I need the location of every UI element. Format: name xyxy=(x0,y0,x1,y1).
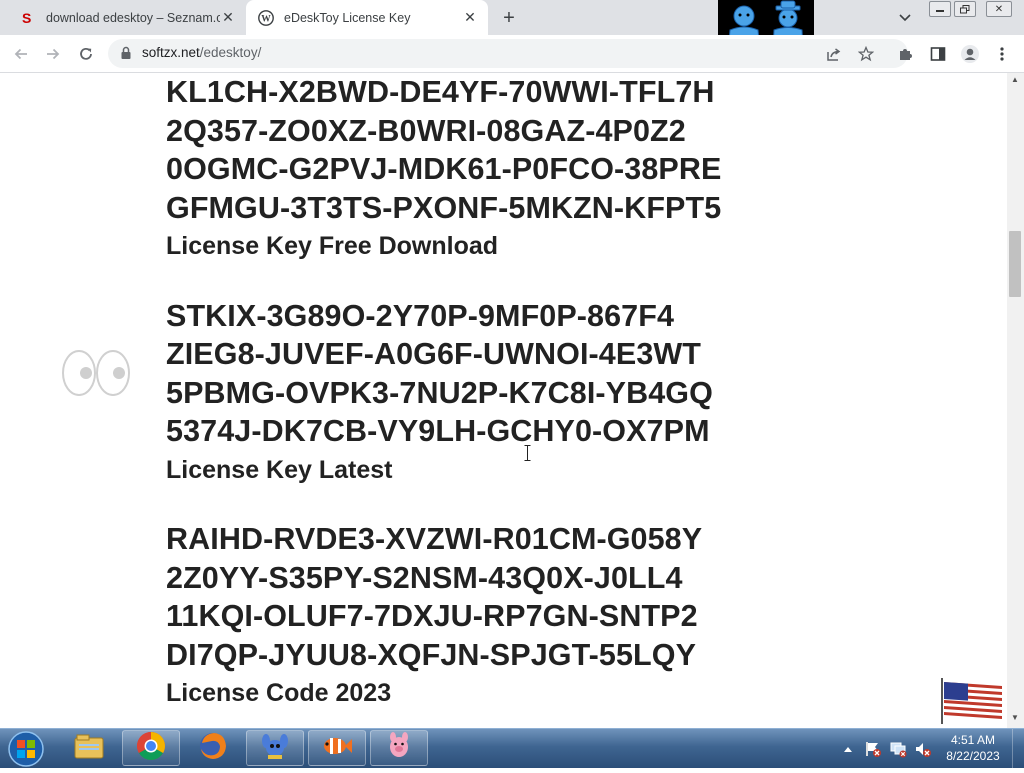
license-key: 0OGMC-G2PVJ-MDK61-P0FCO-38PRE xyxy=(166,152,722,186)
text-cursor-icon xyxy=(524,445,531,466)
forward-button[interactable] xyxy=(40,41,66,67)
taskbar-chrome[interactable] xyxy=(122,730,180,766)
taskbar-app-nemo[interactable] xyxy=(308,730,366,766)
license-key: RAIHD-RVDE3-XVZWI-R01CM-G058Y xyxy=(166,522,703,556)
license-key: 2Q357-ZO0XZ-B0WRI-08GAZ-4P0Z2 xyxy=(166,113,686,148)
key-section: RAIHD-RVDE3-XVZWI-R01CM-G058Y 2Z0YY-S35P… xyxy=(166,520,966,713)
key-section: STKIX-3G89O-2Y70P-9MF0P-867F4 ZIEG8-JUVE… xyxy=(166,297,966,490)
share-icon[interactable] xyxy=(822,42,846,66)
license-key: KL1CH-X2BWD-DE4YF-70WWI-TFL7H xyxy=(166,75,715,109)
license-key: 2Z0YY-S35PY-S2NSM-43Q0X-J0LL4 xyxy=(166,560,683,595)
system-clock[interactable]: 4:51 AM 8/22/2023 xyxy=(940,732,1006,764)
menu-kebab-icon[interactable] xyxy=(990,42,1014,66)
side-panel-icon[interactable] xyxy=(926,42,950,66)
taskbar-explorer[interactable] xyxy=(60,730,118,766)
chrome-icon xyxy=(136,731,166,766)
close-tab-icon[interactable]: ✕ xyxy=(220,9,236,26)
start-button[interactable] xyxy=(4,730,48,768)
windows-taskbar: 4:51 AM 8/22/2023 xyxy=(0,728,1024,769)
license-key: DI7QP-JYUU8-XQFJN-SPJGT-55LQY xyxy=(166,637,697,672)
extensions-puzzle-icon[interactable] xyxy=(894,42,918,66)
url-text: softzx.net/edesktoy/ xyxy=(142,45,261,60)
scroll-down-arrow-icon[interactable]: ▼ xyxy=(1011,713,1019,722)
license-key: 5374J-DK7CB-VY9LH-GCHY0-OX7PM xyxy=(166,414,710,448)
taskbar-app-stitch[interactable] xyxy=(246,730,304,766)
taskbar-app-piglet[interactable] xyxy=(370,730,428,766)
stitch-app-icon xyxy=(260,731,290,766)
tab-title: download edesktoy – Seznam.cz xyxy=(46,10,220,25)
close-tab-icon[interactable]: ✕ xyxy=(462,9,478,26)
taskbar-firefox[interactable] xyxy=(184,730,242,766)
scrollbar-thumb[interactable] xyxy=(1009,231,1021,297)
windows-explorer-icon xyxy=(73,732,105,765)
back-button[interactable] xyxy=(8,41,34,67)
address-bar[interactable]: softzx.net/edesktoy/ xyxy=(108,39,908,68)
section-heading: License Key Free Download xyxy=(166,232,499,260)
clock-time: 4:51 AM xyxy=(950,733,996,747)
url-host: softzx.net xyxy=(142,45,200,60)
network-icon[interactable] xyxy=(889,729,907,769)
license-key: 11KQI-OLUF7-7DXJU-RP7GN-SNTP2 xyxy=(166,599,698,633)
scroll-up-arrow-icon[interactable]: ▲ xyxy=(1011,75,1019,84)
page-viewport: KL1CH-X2BWD-DE4YF-70WWI-TFL7H 2Q357-ZO0X… xyxy=(0,73,1007,728)
url-path: /edesktoy/ xyxy=(199,45,262,60)
tab-search-chevron-icon[interactable] xyxy=(895,8,915,28)
svg-text:S: S xyxy=(22,10,31,26)
svg-text:W: W xyxy=(261,14,271,24)
tab-seznam[interactable]: S download edesktoy – Seznam.cz ✕ xyxy=(8,0,246,35)
us-flag-icon xyxy=(940,676,1004,729)
restore-button[interactable] xyxy=(954,1,976,17)
eyes-icon xyxy=(62,349,130,404)
license-key: GFMGU-3T3TS-PXONF-5MKZN-KFPT5 xyxy=(166,190,722,225)
license-key: 5PBMG-OVPK3-7NU2P-K7C8I-YB4GQ xyxy=(166,375,713,410)
show-desktop-button[interactable] xyxy=(1012,729,1024,769)
tab-strip: S download edesktoy – Seznam.cz ✕ W eDes… xyxy=(0,0,1024,35)
tab-title: eDeskToy License Key xyxy=(284,10,411,25)
bookmark-star-icon[interactable] xyxy=(854,42,878,66)
tab-edesktoy[interactable]: W eDeskToy License Key ✕ xyxy=(246,0,488,35)
section-heading: License Code 2023 xyxy=(166,679,392,707)
clock-date: 8/22/2023 xyxy=(946,749,1000,763)
wordpress-icon: W xyxy=(258,9,274,26)
lock-icon[interactable] xyxy=(120,46,132,65)
new-tab-button[interactable]: + xyxy=(498,7,520,29)
volume-muted-icon[interactable] xyxy=(914,729,932,769)
vertical-scrollbar[interactable]: ▲ ▼ xyxy=(1007,73,1024,728)
nemo-fish-app-icon xyxy=(321,732,353,765)
reload-button[interactable] xyxy=(73,41,99,67)
license-keys-article: KL1CH-X2BWD-DE4YF-70WWI-TFL7H 2Q357-ZO0X… xyxy=(166,73,966,713)
seznam-s-icon: S xyxy=(20,10,36,26)
profile-avatar-icon[interactable] xyxy=(958,42,982,66)
section-heading: License Key Latest xyxy=(166,455,393,484)
minimize-button[interactable] xyxy=(929,1,951,17)
key-section: KL1CH-X2BWD-DE4YF-70WWI-TFL7H 2Q357-ZO0X… xyxy=(166,73,966,266)
firefox-icon xyxy=(198,731,228,766)
action-center-flag-icon[interactable] xyxy=(864,729,882,769)
browser-toolbar: softzx.net/edesktoy/ xyxy=(0,35,1024,73)
piglet-app-icon xyxy=(384,731,414,766)
license-key: STKIX-3G89O-2Y70P-9MF0P-867F4 xyxy=(166,298,675,333)
show-hidden-icons-button[interactable] xyxy=(843,729,853,769)
license-key: ZIEG8-JUVEF-A0G6F-UWNOI-4E3WT xyxy=(166,337,701,371)
close-window-button[interactable]: ✕ xyxy=(986,1,1012,17)
